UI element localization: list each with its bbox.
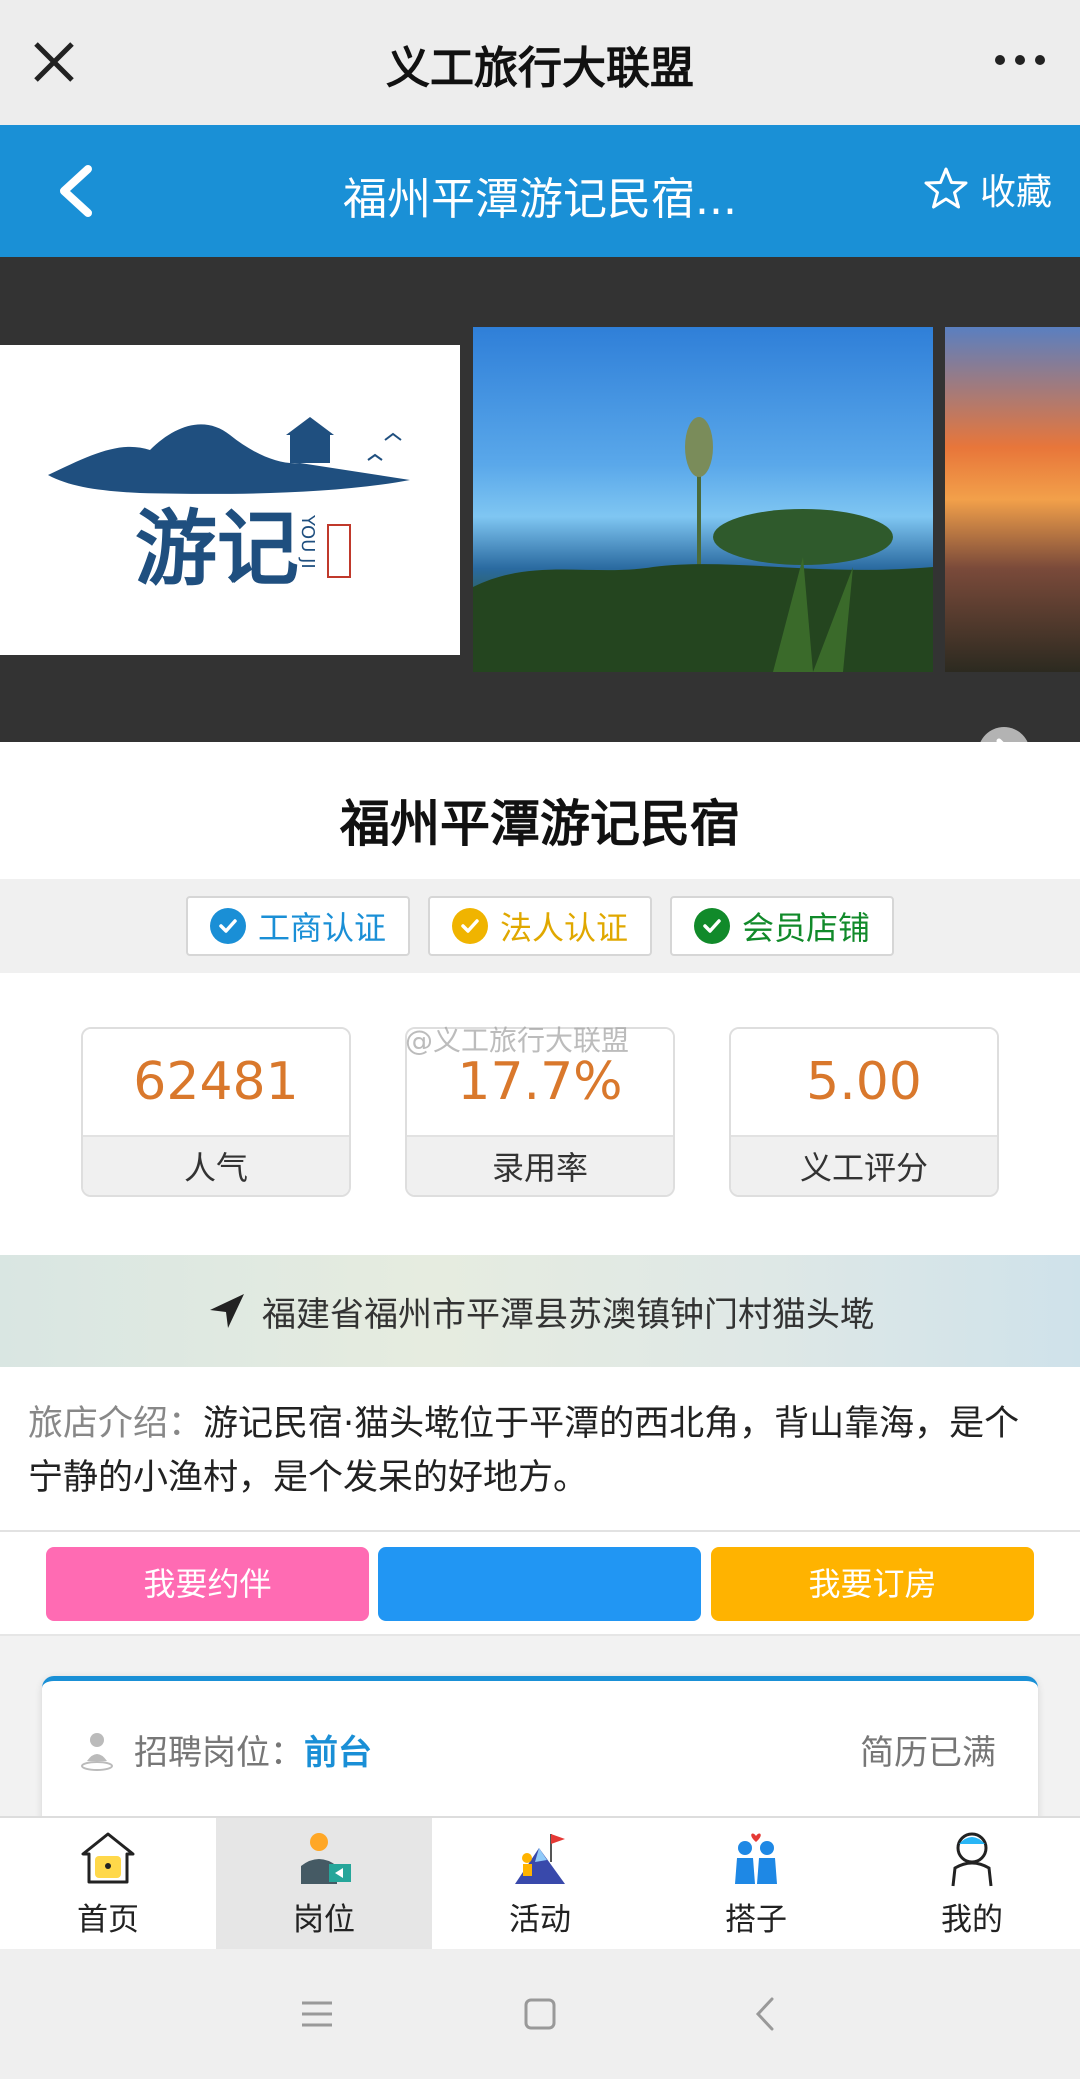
tab-label: 搭子 <box>725 1902 787 1938</box>
tab-home[interactable]: 首页 <box>0 1818 216 1949</box>
page-header: 福州平潭游记民宿... 收藏 <box>0 125 1080 257</box>
badge-business-cert: 工商认证 <box>185 896 410 956</box>
svg-text:YOU JI: YOU JI <box>297 514 318 569</box>
wechat-top-bar: 义工旅行大联盟 <box>0 0 1080 125</box>
intro-label: 旅店介绍： <box>28 1404 204 1444</box>
action-buttons: 我要约伴 我要订房 <box>0 1532 1080 1636</box>
stat-label: 录用率 <box>407 1135 673 1195</box>
tab-label: 首页 <box>77 1902 139 1938</box>
location-arrow-icon <box>210 1294 244 1328</box>
job-position-value: 前台 <box>304 1733 372 1773</box>
badge-legal-person-cert: 法人认证 <box>427 896 652 956</box>
partner-icon <box>735 1833 777 1884</box>
tab-activities[interactable]: 活动 <box>432 1818 648 1949</box>
badge-label: 法人认证 <box>499 909 628 947</box>
tab-label: 岗位 <box>293 1902 355 1938</box>
badge-label: 工商认证 <box>257 909 386 947</box>
check-circle-icon <box>209 908 246 944</box>
svg-text:游记: 游记 <box>135 501 299 597</box>
stats-section: 62481 人气 17.7% 录用率 5.00 义工评分 @义工旅行大联盟 <box>0 973 1080 1255</box>
stat-value: 5.00 <box>731 1029 997 1135</box>
more-icon[interactable] <box>990 42 1050 78</box>
stat-label: 义工评分 <box>731 1135 997 1195</box>
job-icon <box>301 1833 351 1884</box>
check-circle-icon <box>451 908 488 944</box>
hostel-name-section: 福州平潭游记民宿 <box>0 742 1080 879</box>
tab-label: 活动 <box>509 1902 571 1938</box>
star-icon <box>924 167 968 209</box>
tab-profile[interactable]: 我的 <box>864 1818 1080 1949</box>
find-partner-button[interactable]: 我要约伴 <box>46 1547 369 1621</box>
profile-icon <box>951 1832 993 1887</box>
home-button-icon[interactable] <box>515 1989 565 2039</box>
mini-program-title: 义工旅行大联盟 <box>386 43 694 94</box>
stat-volunteer-rating: 5.00 义工评分 <box>729 1027 999 1197</box>
youji-logo-image: 游记 YOU JI <box>48 417 410 597</box>
job-list: 招聘岗位：前台 简历已满 <box>0 1636 1080 1836</box>
check-circle-icon <box>694 908 730 944</box>
stat-label: 人气 <box>83 1135 349 1195</box>
image-carousel[interactable]: 游记 YOU JI <box>0 257 1080 971</box>
address-bar[interactable]: 福建省福州市平潭县苏澳镇钟门村猫头墘 <box>0 1255 1080 1367</box>
weibo-watermark: @义工旅行大联盟 <box>405 1024 630 1057</box>
badge-member-store: 会员店铺 <box>670 896 895 956</box>
person-icon <box>81 1733 113 1771</box>
hostel-name: 福州平潭游记民宿 <box>340 795 740 853</box>
tab-jobs[interactable]: 岗位 <box>216 1818 432 1949</box>
badge-label: 会员店铺 <box>742 909 871 947</box>
seaside-photo <box>473 417 933 672</box>
hostel-intro: 旅店介绍：游记民宿·猫头墘位于平潭的西北角，背山靠海，是个宁静的小渔村，是个发呆… <box>0 1367 1080 1532</box>
back-button-icon[interactable] <box>740 1989 790 2039</box>
job-position-row: 招聘岗位：前台 <box>134 1725 372 1774</box>
back-arrow-icon[interactable] <box>48 159 108 223</box>
job-card[interactable]: 招聘岗位：前台 简历已满 <box>42 1676 1038 1836</box>
job-status: 简历已满 <box>860 1733 996 1773</box>
middle-action-button[interactable] <box>378 1547 701 1621</box>
certification-badges: 工商认证 法人认证 会员店铺 <box>0 879 1080 973</box>
system-navigation-bar <box>0 1949 1080 2079</box>
tab-label: 我的 <box>941 1902 1003 1938</box>
home-icon <box>81 1832 135 1884</box>
job-position-label: 招聘岗位： <box>134 1733 304 1773</box>
page-title: 福州平潭游记民宿... <box>343 174 737 225</box>
menu-icon[interactable] <box>292 1989 342 2039</box>
bottom-tab-bar: 首页 岗位 活动 搭子 我的 <box>0 1816 1080 1949</box>
favorite-label: 收藏 <box>979 172 1052 213</box>
carousel-slide-seaside[interactable] <box>473 327 933 672</box>
carousel-slide-sunset[interactable] <box>945 327 1080 672</box>
favorite-button[interactable]: 收藏 <box>922 163 1052 215</box>
book-room-button[interactable]: 我要订房 <box>711 1547 1034 1621</box>
address-text: 福建省福州市平潭县苏澳镇钟门村猫头墘 <box>262 1294 874 1335</box>
stat-value: 62481 <box>83 1029 349 1135</box>
activity-icon <box>515 1834 565 1884</box>
carousel-slide-logo[interactable]: 游记 YOU JI <box>0 345 460 655</box>
stat-popularity: 62481 人气 <box>81 1027 351 1197</box>
tab-partners[interactable]: 搭子 <box>648 1818 864 1949</box>
